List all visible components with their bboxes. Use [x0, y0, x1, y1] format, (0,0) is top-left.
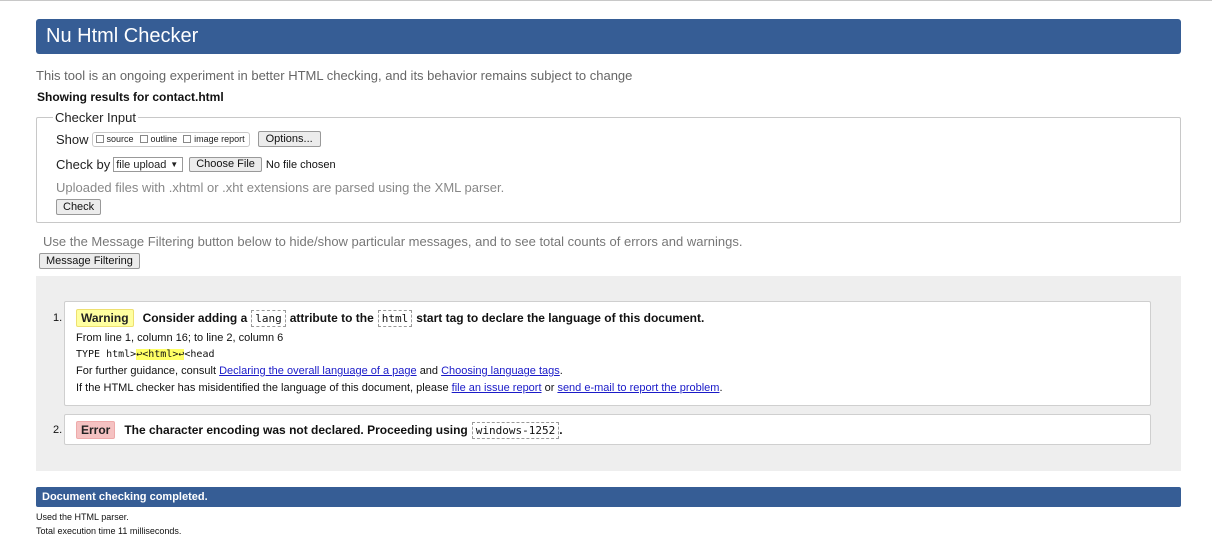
footer-execution-time: Total execution time 11 milliseconds. — [36, 526, 182, 536]
checkbox-label: outline — [150, 134, 178, 144]
file-issue-report-link[interactable]: file an issue report — [452, 382, 542, 394]
checkbox-box[interactable] — [95, 135, 104, 143]
check-by-label: Check by — [56, 157, 111, 172]
page-header: Nu Html Checker — [36, 19, 1181, 54]
message-text: The character encoding was not declared.… — [124, 423, 468, 437]
dropdown-arrow-icon: ▼ — [170, 160, 179, 169]
show-checkbox-group: source outline image report — [91, 131, 250, 147]
no-file-text: No file chosen — [265, 158, 336, 171]
declaring-language-link[interactable]: Declaring the overall language of a page — [219, 365, 417, 377]
guidance-text: and — [419, 365, 439, 377]
filter-note: Use the Message Filtering button below t… — [43, 234, 743, 249]
code-windows-1252: windows-1252 — [471, 421, 560, 439]
message-misidentified: If the HTML checker has misidentified th… — [76, 382, 1150, 394]
message-text: start tag to declare the language of thi… — [416, 311, 705, 325]
check-button[interactable]: Check — [56, 199, 102, 215]
image-report-checkbox[interactable]: image report — [183, 134, 245, 144]
message-filtering-button[interactable]: Message Filtering — [39, 253, 140, 269]
message-warning: 1. Warning Consider adding a lang attrib… — [53, 301, 1151, 406]
misid-text: If the HTML checker has misidentified th… — [76, 382, 449, 394]
checker-input-legend: Checker Input — [55, 110, 136, 125]
message-text: . — [559, 423, 563, 437]
page-title: Nu Html Checker — [46, 25, 199, 47]
choose-file-button[interactable]: Choose File — [189, 157, 262, 172]
footer-parser-note: Used the HTML parser. — [36, 512, 129, 522]
show-options-row: Show source outline image report Options… — [56, 131, 1180, 147]
send-email-link[interactable]: send e-mail to report the problem — [557, 382, 719, 394]
choosing-language-tags-link[interactable]: Choosing language tags — [441, 365, 560, 377]
extract-highlight: ↩<html>↩ — [136, 349, 185, 360]
message-guidance: For further guidance, consult Declaring … — [76, 365, 1150, 377]
checkbox-box[interactable] — [183, 135, 192, 143]
code-lang: lang — [251, 309, 286, 327]
check-by-value: file upload — [116, 158, 167, 171]
misid-text: or — [544, 382, 555, 394]
showing-results-heading: Showing results for contact.html — [37, 90, 224, 104]
message-heading: Error The character encoding was not dec… — [76, 421, 1150, 439]
code-html: html — [377, 309, 413, 327]
show-label: Show — [56, 131, 89, 147]
options-button[interactable]: Options... — [257, 131, 321, 147]
checkbox-box[interactable] — [139, 135, 148, 143]
message-error: 2. Error The character encoding was not … — [53, 414, 1151, 445]
xml-parser-note: Uploaded files with .xhtml or .xht exten… — [56, 180, 505, 195]
message-location: From line 1, column 16; to line 2, colum… — [76, 332, 284, 344]
results-panel: 1. Warning Consider adding a lang attrib… — [36, 276, 1181, 471]
error-badge: Error — [76, 421, 116, 439]
extract-text: TYPE html> — [76, 349, 137, 360]
checkbox-label: image report — [194, 134, 245, 144]
misid-text: . — [719, 382, 723, 394]
check-by-row: Check by file upload ▼ Choose File No fi… — [56, 157, 1180, 172]
message-text: Consider adding a — [142, 311, 248, 325]
outline-checkbox[interactable]: outline — [139, 134, 178, 144]
message-text: attribute to the — [289, 311, 374, 325]
message-number: 1. — [53, 312, 63, 324]
checkbox-label: source — [106, 134, 134, 144]
message-extract: TYPE html>↩<html>↩<head — [76, 349, 1150, 360]
message-number: 2. — [53, 424, 63, 436]
extract-text: <head — [184, 349, 215, 360]
check-by-select[interactable]: file upload ▼ — [113, 157, 184, 172]
guidance-text: For further guidance, consult — [76, 365, 217, 377]
message-heading: Warning Consider adding a lang attribute… — [76, 309, 1150, 327]
warning-badge: Warning — [76, 309, 134, 327]
guidance-text: . — [559, 365, 563, 377]
source-checkbox[interactable]: source — [95, 134, 134, 144]
page: Nu Html Checker This tool is an ongoing … — [36, 19, 1181, 536]
status-bar: Document checking completed. — [36, 487, 1181, 507]
tagline: This tool is an ongoing experiment in be… — [36, 68, 633, 83]
checker-input-fieldset: Checker Input Show source outline image … — [36, 110, 1181, 223]
